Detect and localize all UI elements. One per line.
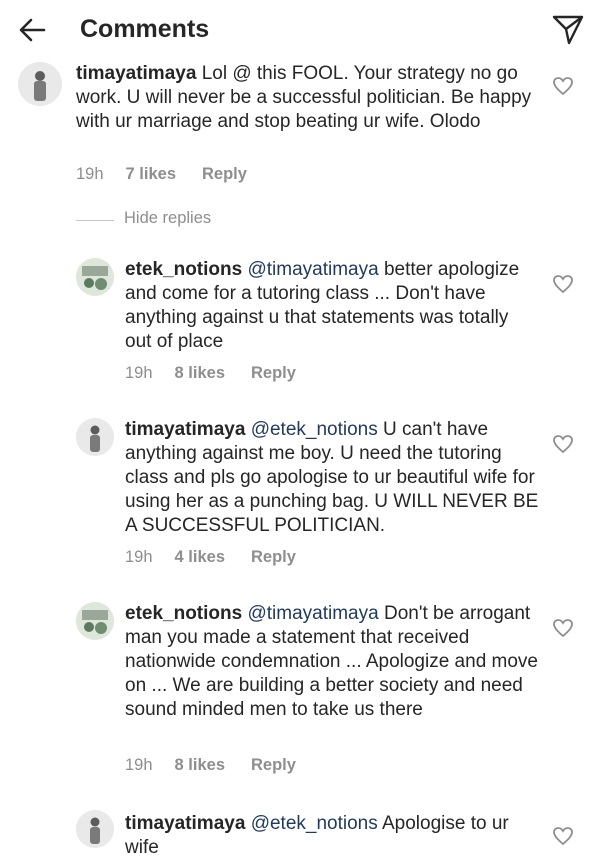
hide-replies-label: Hide replies <box>124 209 212 227</box>
comment-time: 19h <box>125 364 153 382</box>
reply-button[interactable]: Reply <box>251 756 296 774</box>
reply-item: timayatimaya @etek_notions Apologise to … <box>0 810 600 860</box>
reply-button[interactable]: Reply <box>202 165 247 183</box>
comment-username[interactable]: etek_notions <box>125 259 242 280</box>
reply-button[interactable]: Reply <box>251 548 296 566</box>
avatar[interactable] <box>76 418 114 456</box>
reply-item: timayatimaya @etek_notions U can't have … <box>0 418 600 578</box>
back-arrow-icon[interactable] <box>14 12 50 48</box>
heart-icon[interactable] <box>552 826 574 846</box>
avatar[interactable] <box>18 62 62 106</box>
reply-button[interactable]: Reply <box>251 364 296 382</box>
send-icon[interactable] <box>550 11 586 47</box>
likes-count[interactable]: 8 likes <box>175 364 225 382</box>
comment-meta: 19h 8 likes Reply <box>125 364 322 383</box>
avatar[interactable] <box>76 258 114 296</box>
heart-icon[interactable] <box>552 76 574 96</box>
comment-username[interactable]: timayatimaya <box>125 419 245 440</box>
mention-link[interactable]: @timayatimaya <box>247 259 378 280</box>
mention-link[interactable]: @etek_notions <box>251 813 378 834</box>
likes-count[interactable]: 7 likes <box>126 165 176 183</box>
comment-time: 19h <box>125 756 153 774</box>
reply-item: etek_notions @timayatimaya Don't be arro… <box>0 602 600 788</box>
comment-text: timayatimaya @etek_notions Apologise to … <box>125 812 540 860</box>
heart-icon[interactable] <box>552 434 574 454</box>
top-bar: Comments <box>0 0 600 58</box>
comment-username[interactable]: etek_notions <box>125 603 242 624</box>
comment-time: 19h <box>76 165 104 183</box>
divider <box>76 220 114 221</box>
comment-username[interactable]: timayatimaya <box>76 63 196 84</box>
comment-text: timayatimaya @etek_notions U can't have … <box>125 418 540 538</box>
comment-text: etek_notions @timayatimaya Don't be arro… <box>125 602 540 722</box>
comment-meta: 19h 8 likes Reply <box>125 756 322 775</box>
comment-username[interactable]: timayatimaya <box>125 813 245 834</box>
mention-link[interactable]: @etek_notions <box>251 419 378 440</box>
page-title: Comments <box>80 15 210 43</box>
likes-count[interactable]: 4 likes <box>175 548 225 566</box>
likes-count[interactable]: 8 likes <box>175 756 225 774</box>
mention-link[interactable]: @timayatimaya <box>247 603 378 624</box>
heart-icon[interactable] <box>552 274 574 294</box>
avatar[interactable] <box>76 810 114 848</box>
comment-item: timayatimaya Lol @ this FOOL. Your strat… <box>0 58 600 198</box>
comment-meta: 19h 4 likes Reply <box>125 548 322 567</box>
comment-text: etek_notions @timayatimaya better apolog… <box>125 258 540 354</box>
comment-text: timayatimaya Lol @ this FOOL. Your strat… <box>76 62 536 134</box>
comment-time: 19h <box>125 548 153 566</box>
heart-icon[interactable] <box>552 618 574 638</box>
avatar[interactable] <box>76 602 114 640</box>
comment-meta: 19h 7 likes Reply <box>76 165 273 184</box>
reply-item: etek_notions @timayatimaya better apolog… <box>0 258 600 398</box>
